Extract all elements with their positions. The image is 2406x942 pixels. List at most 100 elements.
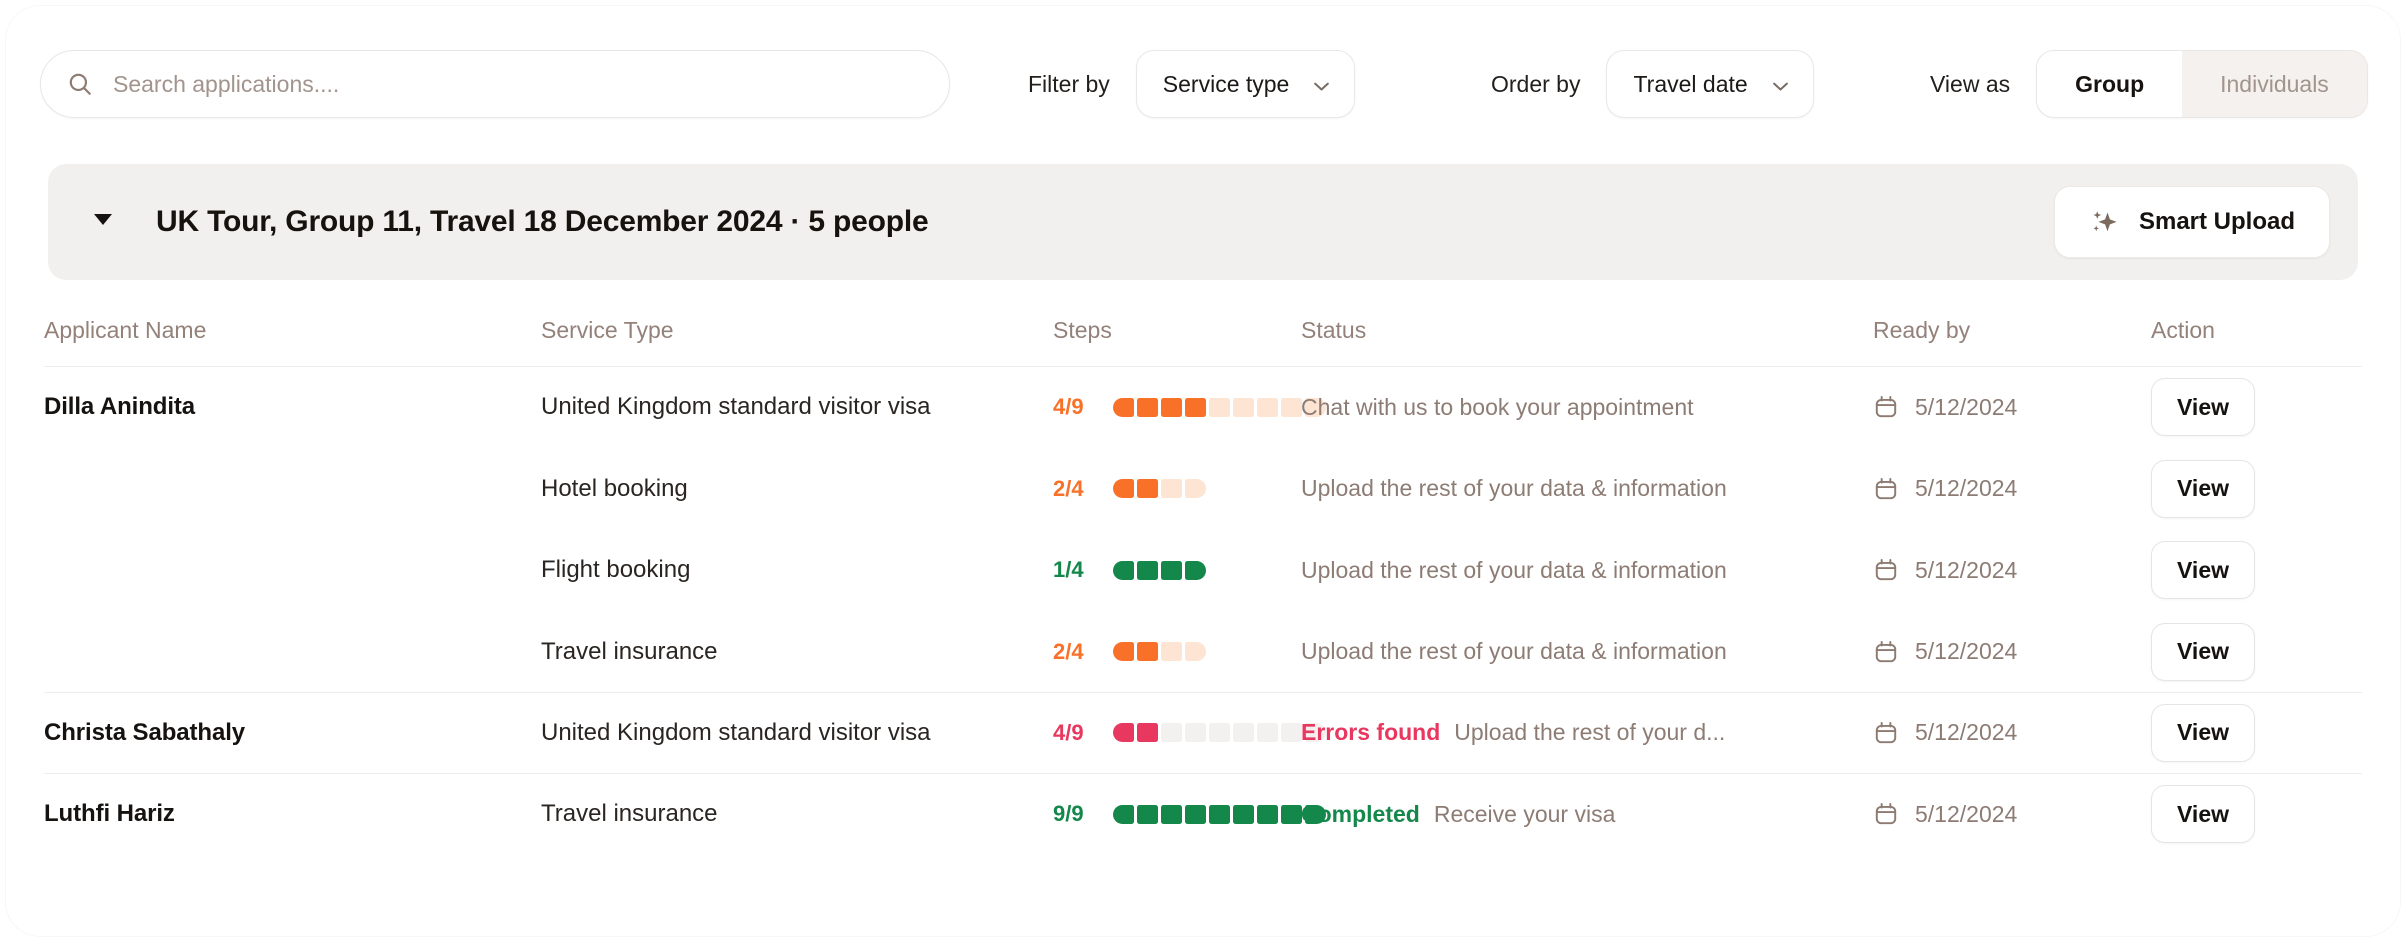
cell-service-type: Flight booking: [541, 556, 1053, 584]
steps-progress-bar: [1113, 560, 1206, 580]
cell-action: View: [2151, 703, 2362, 762]
cell-steps: 2/4: [1053, 639, 1301, 665]
table-header-row: Applicant Name Service Type Steps Status…: [44, 294, 2362, 366]
calendar-icon: [1873, 476, 1899, 502]
steps-segment: [1185, 560, 1206, 580]
smart-upload-button[interactable]: Smart Upload: [2053, 186, 2330, 258]
service-type: Travel insurance: [541, 800, 718, 828]
steps-segment: [1257, 804, 1278, 824]
table-row: Christa Sabathaly United Kingdom standard…: [44, 693, 2362, 773]
group-collapse-toggle[interactable]: [88, 207, 118, 237]
steps-segment: [1209, 723, 1230, 743]
service-type: Hotel booking: [541, 474, 688, 502]
steps-segment: [1233, 397, 1254, 417]
steps-segment: [1233, 804, 1254, 824]
chevron-down-icon: [1313, 79, 1330, 91]
steps-segment: [1161, 479, 1182, 499]
table-row: Travel insurance 2/4 Upload the rest of yo…: [44, 612, 2362, 692]
cell-action: View: [2151, 459, 2362, 518]
view-button[interactable]: View: [2151, 378, 2255, 437]
toolbar: Filter by Service type Order by Travel d…: [6, 6, 2400, 154]
ready-by-date: 5/12/2024: [1915, 638, 2018, 665]
cell-service-type: United Kingdom standard visitor visa: [541, 719, 1053, 747]
steps-segment: [1113, 560, 1134, 580]
application-window: Filter by Service type Order by Travel d…: [6, 6, 2400, 936]
steps-segment: [1185, 804, 1206, 824]
view-button[interactable]: View: [2151, 541, 2255, 600]
cell-steps: 9/9: [1053, 801, 1326, 827]
steps-progress-bar: [1113, 642, 1206, 662]
view-button[interactable]: View: [2151, 785, 2255, 844]
cell-applicant-name: Dilla Anindita: [44, 393, 541, 421]
cell-service-type: Hotel booking: [541, 475, 1053, 503]
table-row: Flight booking 1/4 Upload the rest of your…: [44, 530, 2362, 610]
steps-segment: [1281, 804, 1302, 824]
view-button[interactable]: View: [2151, 622, 2255, 681]
cell-status: Errors found Upload the rest of your d...: [1301, 719, 1873, 746]
applicant-name: Luthfi Hariz: [44, 800, 175, 828]
steps-segment: [1281, 397, 1302, 417]
steps-segment: [1113, 397, 1134, 417]
steps-fraction: 4/9: [1053, 394, 1084, 420]
steps-segment: [1137, 723, 1158, 743]
steps-segment: [1185, 723, 1206, 743]
service-type: United Kingdom standard visitor visa: [541, 393, 931, 421]
cell-ready-by: 5/12/2024: [1873, 557, 2151, 584]
view-as-segmented-control[interactable]: Group Individuals: [2036, 50, 2368, 118]
steps-progress-bar: [1113, 723, 1326, 743]
table-row: Luthfi Hariz Travel insurance 9/9 Completed…: [44, 774, 2362, 854]
view-as-option-group[interactable]: Group: [2037, 51, 2183, 117]
group-title: UK Tour, Group 11, Travel 18 December 20…: [156, 205, 929, 238]
table-row: Dilla Anindita United Kingdom standard vi…: [44, 367, 2362, 447]
service-type-select[interactable]: Service type: [1135, 50, 1356, 118]
chevron-down-icon: [1772, 79, 1789, 91]
filter-by-group: Filter by Service type: [1028, 50, 1356, 118]
steps-progress-bar: [1113, 479, 1206, 499]
steps-segment: [1257, 723, 1278, 743]
steps-segment: [1281, 723, 1302, 743]
cell-ready-by: 5/12/2024: [1873, 475, 2151, 502]
steps-segment: [1209, 804, 1230, 824]
cell-ready-by: 5/12/2024: [1873, 638, 2151, 665]
cell-applicant-name: Christa Sabathaly: [44, 719, 541, 747]
steps-segment: [1161, 723, 1182, 743]
search-input[interactable]: [113, 70, 923, 98]
steps-fraction: 4/9: [1053, 719, 1084, 745]
cell-service-type: Travel insurance: [541, 800, 1053, 828]
ready-by-date: 5/12/2024: [1915, 719, 2018, 746]
status-text: Upload the rest of your data & informati…: [1301, 638, 1727, 665]
steps-segment: [1161, 642, 1182, 662]
cell-applicant-name: Luthfi Hariz: [44, 800, 541, 828]
status-badge: Errors found: [1301, 719, 1441, 746]
status-text: Upload the rest of your d...: [1454, 719, 1726, 746]
search-icon: [67, 71, 93, 97]
cell-ready-by: 5/12/2024: [1873, 801, 2151, 828]
cell-status: Upload the rest of your data & informati…: [1301, 638, 1873, 665]
ready-by-date: 5/12/2024: [1915, 800, 2018, 827]
cell-status: Upload the rest of your data & informati…: [1301, 557, 1873, 584]
cell-service-type: United Kingdom standard visitor visa: [541, 393, 1053, 421]
steps-segment: [1161, 804, 1182, 824]
view-as-option-individuals[interactable]: Individuals: [2182, 51, 2367, 117]
view-button[interactable]: View: [2151, 703, 2255, 762]
chevron-down-icon: [93, 213, 113, 231]
view-button[interactable]: View: [2151, 459, 2255, 518]
ready-by-date: 5/12/2024: [1915, 556, 2018, 583]
calendar-icon: [1873, 801, 1899, 827]
view-as-label: View as: [1930, 70, 2011, 97]
status-text: Receive your visa: [1433, 800, 1616, 827]
sparkle-icon: [2089, 207, 2119, 237]
search-box[interactable]: [40, 50, 950, 118]
steps-progress-bar: [1113, 804, 1326, 824]
steps-fraction: 2/4: [1053, 638, 1084, 664]
cell-service-type: Travel insurance: [541, 638, 1053, 666]
steps-segment: [1209, 397, 1230, 417]
cell-status: Upload the rest of your data & informati…: [1301, 475, 1873, 502]
cell-steps: 4/9: [1053, 394, 1326, 420]
steps-segment: [1137, 397, 1158, 417]
cell-steps: 1/4: [1053, 557, 1301, 583]
travel-date-select[interactable]: Travel date: [1606, 50, 1814, 118]
cell-action: View: [2151, 785, 2362, 844]
steps-progress-bar: [1113, 397, 1326, 417]
table-row: Hotel booking 2/4 Upload the rest of your …: [44, 449, 2362, 529]
